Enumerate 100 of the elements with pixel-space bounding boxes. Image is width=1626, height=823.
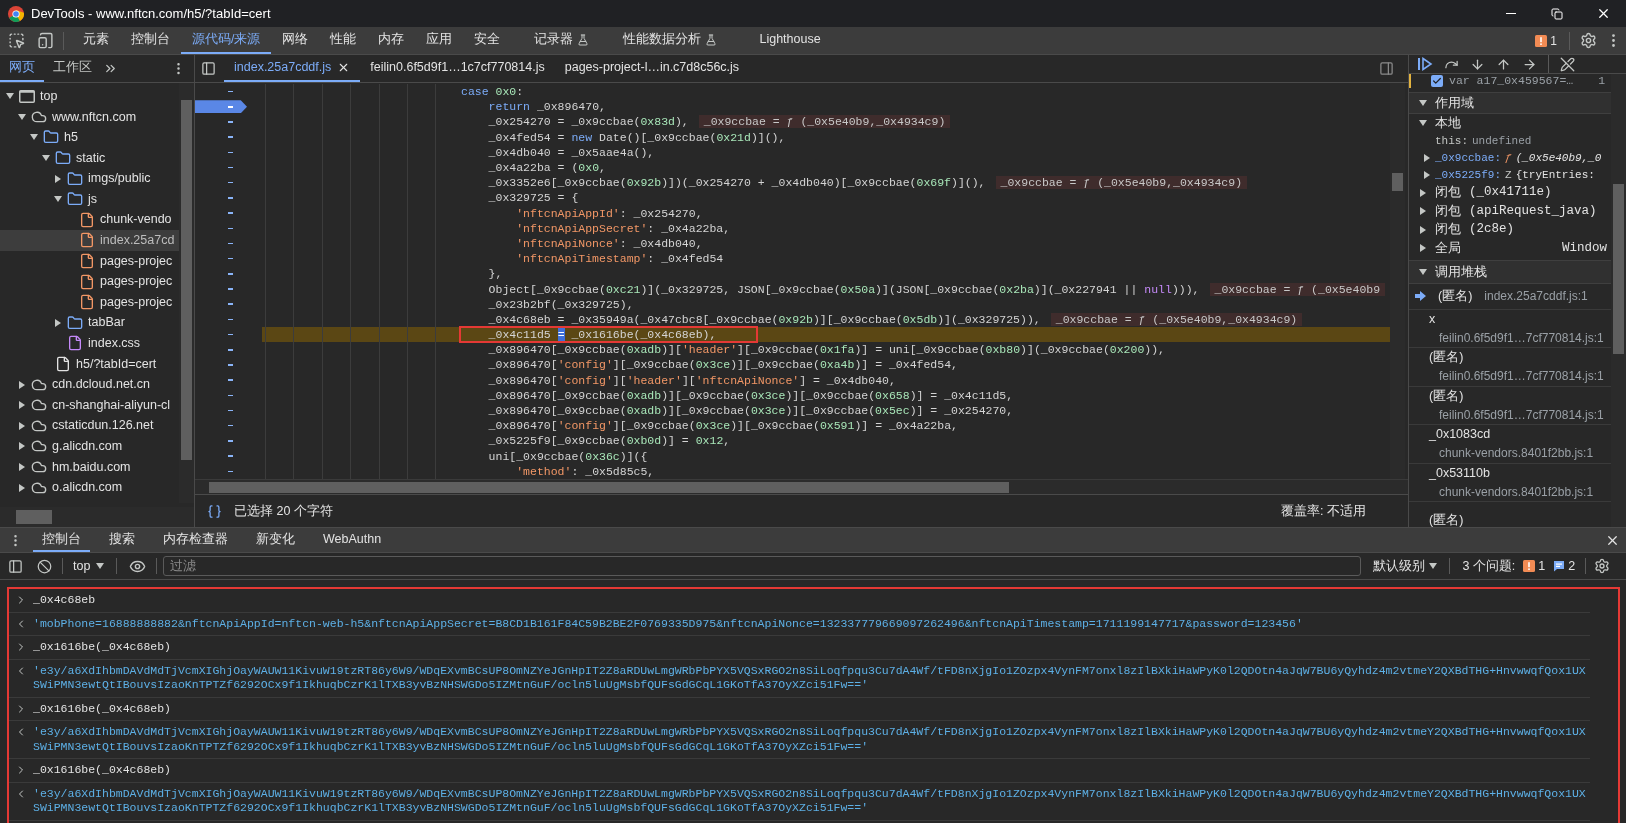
tree-item[interactable]: pages-projec xyxy=(0,291,180,313)
log-level-dropdown[interactable]: 默认级别 xyxy=(1373,556,1438,576)
caret-icon[interactable] xyxy=(30,133,38,142)
caret-icon[interactable] xyxy=(1423,171,1431,179)
tree-item[interactable]: top xyxy=(0,86,180,107)
device-toolbar-icon[interactable] xyxy=(37,32,54,49)
caret-icon[interactable] xyxy=(54,174,62,183)
drawer-tab[interactable]: 内存检查器 xyxy=(154,528,237,552)
panel-tab[interactable]: 性能 xyxy=(319,27,368,54)
tree-item[interactable]: hm.baidu.com xyxy=(0,456,180,478)
issue-counter[interactable]: 1 xyxy=(1523,556,1546,576)
panel-tab[interactable]: 应用 xyxy=(415,27,464,54)
variable-row[interactable]: _0x5225f9: Z {tryEntries: xyxy=(1409,166,1612,184)
scrollbar-thumb[interactable] xyxy=(1392,173,1403,191)
tree-item[interactable]: h5 xyxy=(0,127,180,148)
caret-icon[interactable] xyxy=(1419,207,1427,216)
tree-item[interactable]: static xyxy=(0,147,180,169)
scope-row[interactable]: 闭包 (2c8e) xyxy=(1409,220,1612,239)
filter-field[interactable]: 过滤 xyxy=(163,556,1362,576)
tree-item[interactable]: pages-projec xyxy=(0,271,180,292)
scope-row[interactable]: 闭包 (apiRequest_java) xyxy=(1409,202,1612,221)
panel-tab[interactable]: 网络 xyxy=(271,27,320,54)
caret-icon[interactable] xyxy=(18,112,26,121)
scrollbar-thumb[interactable] xyxy=(209,481,1009,493)
caret-icon[interactable] xyxy=(1419,99,1427,107)
step-icon[interactable] xyxy=(1522,56,1537,72)
caret-icon[interactable] xyxy=(42,154,50,163)
deactivate-breakpoints-icon[interactable] xyxy=(1560,56,1575,72)
caret-icon[interactable] xyxy=(54,318,62,327)
navigator-tab[interactable]: 工作区 xyxy=(44,55,101,82)
context-selector[interactable]: top xyxy=(73,556,105,576)
pretty-print-icon[interactable] xyxy=(207,503,222,519)
caret-icon[interactable] xyxy=(1419,244,1427,253)
caret-icon[interactable] xyxy=(1419,267,1427,276)
tree-item[interactable]: cdn.dcloud.net.cn xyxy=(0,374,180,395)
scope-row[interactable]: 闭包 (_0x41711e) xyxy=(1409,183,1612,202)
stack-frame[interactable]: (匿名) index.25a7cddf.js:1 xyxy=(1409,283,1612,310)
scrollbar[interactable] xyxy=(195,479,1408,494)
checkbox[interactable] xyxy=(1431,75,1443,87)
section-header[interactable]: 作用域 xyxy=(1409,92,1612,114)
tree-item[interactable]: pages-projec xyxy=(0,250,180,272)
drawer-tab[interactable]: WebAuthn xyxy=(314,528,391,552)
step-into-icon[interactable] xyxy=(1470,56,1485,72)
caret-icon[interactable] xyxy=(54,195,62,204)
toggle-navigator-icon[interactable] xyxy=(201,61,216,76)
caret-icon[interactable] xyxy=(18,483,26,492)
clear-console-icon[interactable] xyxy=(37,558,52,574)
tree-item[interactable]: js xyxy=(0,188,180,210)
caret-icon[interactable] xyxy=(1419,188,1427,197)
caret-icon[interactable] xyxy=(18,401,26,410)
tree-item[interactable]: cstaticdun.126.net xyxy=(0,415,180,437)
scrollbar-thumb[interactable] xyxy=(16,510,52,524)
tree-item[interactable]: index.css xyxy=(0,333,180,354)
drawer-tab[interactable]: 搜索 xyxy=(100,528,144,552)
variable-row[interactable]: this: undefined xyxy=(1409,132,1612,150)
drawer-tab[interactable]: 新变化 xyxy=(247,528,304,552)
panel-tab[interactable]: 内存 xyxy=(367,27,416,54)
scrollbar-thumb[interactable] xyxy=(1613,184,1625,354)
caret-icon[interactable] xyxy=(18,380,26,389)
tree-item[interactable]: chunk-vendo xyxy=(0,209,180,231)
panel-tab[interactable]: Lighthouse xyxy=(748,27,832,54)
section-header[interactable]: 调用堆栈 xyxy=(1409,259,1612,284)
tree-item[interactable]: o.alicdn.com xyxy=(0,477,180,498)
panel-tab[interactable]: 源代码/来源 xyxy=(181,27,272,54)
caret-icon[interactable] xyxy=(1419,119,1427,128)
caret-icon[interactable] xyxy=(6,92,14,101)
tree-item[interactable]: h5/?tabId=cert xyxy=(0,353,180,375)
tree-item[interactable]: www.nftcn.com xyxy=(0,106,180,128)
tree-item[interactable]: index.25a7cd xyxy=(0,230,180,251)
file-tab[interactable]: feilin0.6f5d9f1…1c7cf770814.js xyxy=(360,55,555,82)
variable-row[interactable]: _0x9ccbae: ƒ (_0x5e40b9,_0 xyxy=(1409,149,1612,167)
tree-item[interactable]: cn-shanghai-aliyun-cl xyxy=(0,394,180,416)
panel-tab[interactable]: 记录器 xyxy=(523,27,601,54)
scope-row[interactable]: 本地 xyxy=(1409,114,1612,133)
caret-icon[interactable] xyxy=(18,421,26,430)
tree-item[interactable]: tabBar xyxy=(0,312,180,334)
panel-tab[interactable]: 安全 xyxy=(463,27,512,54)
settings-icon[interactable] xyxy=(1594,558,1611,574)
panel-tab[interactable]: 控制台 xyxy=(120,27,181,54)
caret-icon[interactable] xyxy=(1423,154,1431,162)
caret-icon[interactable] xyxy=(18,442,26,451)
navigator-tab[interactable]: 网页 xyxy=(0,55,44,82)
caret-icon[interactable] xyxy=(1419,225,1427,234)
caret-icon[interactable] xyxy=(18,463,26,471)
file-tab[interactable]: index.25a7cddf.js xyxy=(224,55,361,82)
scope-row[interactable]: 全局 Window xyxy=(1409,239,1612,258)
breakpoint-marker[interactable] xyxy=(195,100,247,114)
issue-counter[interactable]: 2 xyxy=(1553,556,1576,576)
scrollbar-thumb[interactable] xyxy=(181,100,193,460)
toggle-debugger-icon[interactable] xyxy=(1379,61,1394,76)
sidebar-toggle-icon[interactable] xyxy=(8,558,23,574)
drawer-tab[interactable]: 控制台 xyxy=(33,528,90,552)
settings-icon[interactable] xyxy=(1580,32,1597,49)
panel-tab[interactable]: 性能数据分析 xyxy=(612,27,729,54)
inspect-icon[interactable] xyxy=(8,32,25,49)
panel-tab[interactable]: 元素 xyxy=(72,27,120,54)
resume-icon[interactable] xyxy=(1417,57,1433,71)
tree-item[interactable]: g.alicdn.com xyxy=(0,436,180,457)
tree-item[interactable]: imgs/public xyxy=(0,168,180,189)
step-out-icon[interactable] xyxy=(1496,56,1511,72)
